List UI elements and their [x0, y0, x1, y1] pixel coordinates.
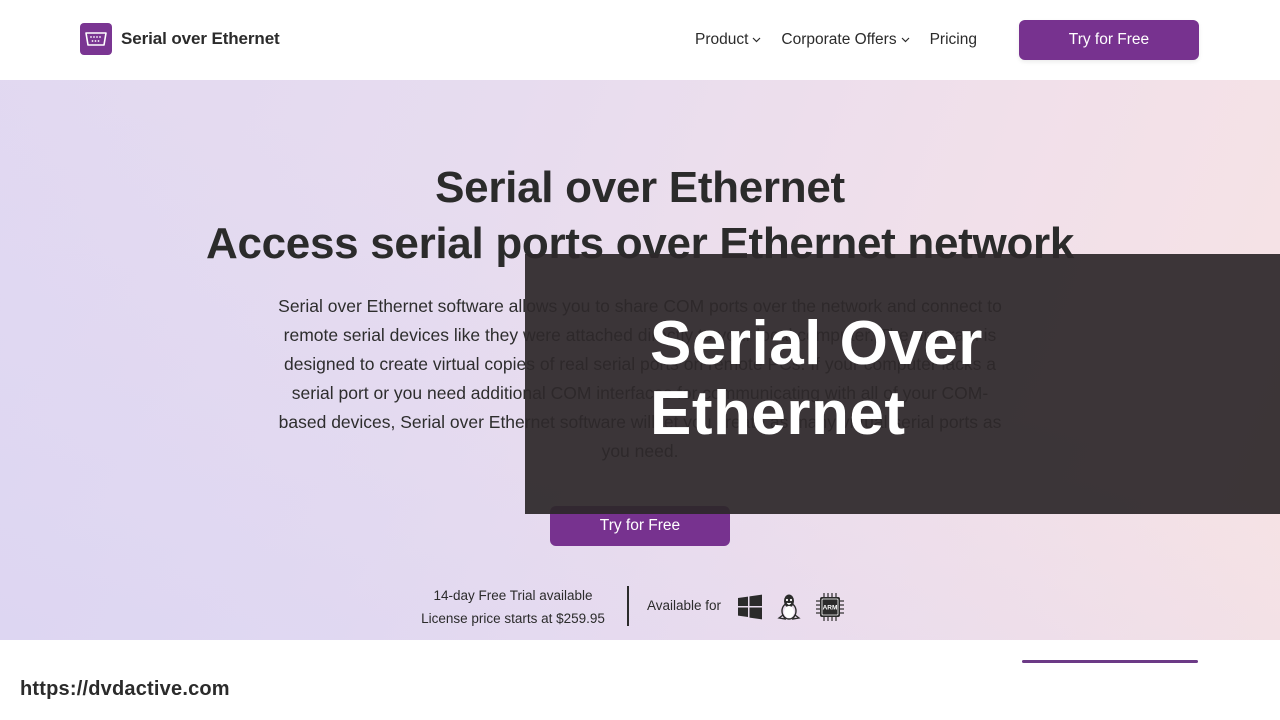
site-header: Serial over Ethernet Product Corporate O… [0, 0, 1280, 80]
nav-item-label: Corporate Offers [781, 31, 897, 48]
header-try-for-free-button[interactable]: Try for Free [1019, 20, 1199, 60]
title-overlay: Serial Over Ethernet [525, 254, 1280, 514]
nav-item-corporate-offers[interactable]: Corporate Offers [781, 31, 910, 49]
available-for-label: Available for [647, 598, 722, 613]
hero-title: Serial over Ethernet [435, 163, 845, 212]
trial-info: 14-day Free Trial available License pric… [408, 584, 618, 630]
source-url: https://dvdactive.com [20, 678, 230, 700]
serial-port-icon [80, 23, 112, 55]
main-nav: Product Corporate Offers Pricing [695, 0, 997, 80]
lower-section: https://dvdactive.com [0, 640, 1280, 720]
nav-item-pricing[interactable]: Pricing [930, 31, 977, 49]
license-price-text: License price starts at $259.95 [421, 611, 605, 626]
vertical-divider [627, 586, 629, 626]
platform-icons: ARM [737, 592, 859, 622]
nav-item-label: Pricing [929, 31, 977, 48]
trial-text: 14-day Free Trial available [433, 588, 593, 603]
chevron-down-icon [901, 37, 910, 43]
linux-icon [777, 593, 801, 621]
lower-accent-bar [1022, 660, 1198, 663]
chevron-down-icon [752, 37, 761, 43]
overlay-title: Serial Over Ethernet [650, 309, 983, 448]
nav-item-product[interactable]: Product [695, 31, 761, 49]
svg-text:ARM: ARM [823, 605, 838, 612]
windows-icon [737, 594, 763, 620]
brand-name: Serial over Ethernet [121, 29, 280, 48]
arm-icon: ARM [815, 592, 845, 622]
nav-item-label: Product [695, 31, 749, 48]
brand-logo-link[interactable]: Serial over Ethernet [80, 23, 280, 55]
